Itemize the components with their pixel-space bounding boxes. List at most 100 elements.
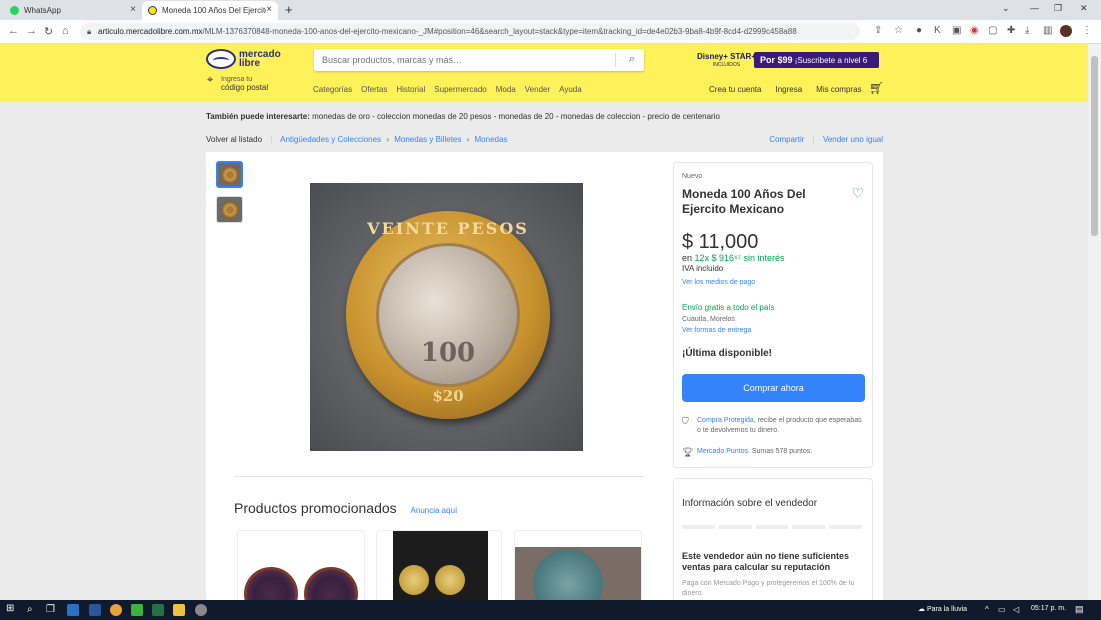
extension-icon[interactable]: ▣ [952, 25, 961, 36]
extension-icon[interactable]: ● [916, 25, 922, 36]
iva-label: IVA incluido [682, 264, 724, 273]
coin-thumbnail [399, 565, 429, 595]
outlook-icon[interactable] [67, 604, 79, 616]
disney-star-banner[interactable]: Disney+ STAR+ INCLUIDOS [697, 53, 756, 69]
postal-code-selector[interactable]: ⌖ Ingresa tu código postal [207, 75, 268, 93]
nav-historial[interactable]: Historial [396, 85, 425, 94]
promoted-product-card[interactable] [237, 530, 365, 600]
address-bar[interactable]: 🔒︎ articulo.mercadolibre.com.mx/MLM-1376… [80, 23, 860, 40]
puzzle-icon[interactable]: ✚ [1007, 25, 1015, 36]
promoted-product-card[interactable] [514, 530, 642, 600]
advertise-link[interactable]: Anuncia aquí [411, 506, 458, 515]
forward-arrow-icon[interactable]: → [26, 25, 37, 37]
search-box: ⌕ [314, 49, 644, 71]
promo-price: Por $99 [760, 55, 793, 65]
handshake-icon [206, 49, 236, 69]
clock[interactable]: 05:17 p. m. [1031, 605, 1066, 612]
divider [615, 53, 616, 67]
browser-toolbar: ← → ↻ ⌂ 🔒︎ articulo.mercadolibre.com.mx/… [0, 20, 1101, 44]
nav-supermercado[interactable]: Supermercado [434, 85, 486, 94]
home-icon[interactable]: ⌂ [62, 25, 69, 37]
avatar[interactable] [1060, 25, 1072, 37]
close-tab-icon[interactable]: × [130, 4, 136, 15]
coin-center-text: 100 [420, 338, 476, 368]
bookmark-star-icon[interactable]: ☆ [894, 25, 903, 36]
login-link[interactable]: Ingresa [775, 85, 802, 94]
share-icon[interactable]: ⇪ [874, 25, 882, 36]
tab-whatsapp[interactable]: WhatsApp × [4, 1, 142, 20]
tray-chevron-icon[interactable]: ^ [985, 605, 989, 614]
download-icon[interactable]: ⤓ [1025, 25, 1029, 36]
subscription-promo[interactable]: Por $99 ¡Suscribete a nivel 6 [754, 52, 879, 68]
free-shipping-label: Envío gratis a todo el país [682, 303, 775, 312]
volume-icon[interactable]: ◁ [1013, 605, 1019, 614]
breadcrumb-item[interactable]: Monedas [475, 135, 508, 144]
network-icon[interactable]: ▭ [998, 605, 1006, 614]
mercadolibre-logo[interactable]: mercado libre [206, 49, 281, 69]
close-window-icon[interactable]: ✕ [1080, 3, 1088, 14]
weather-widget[interactable]: ☁︎ Para la lluvia [918, 605, 967, 613]
maximize-icon[interactable]: ❐ [1054, 3, 1062, 14]
heart-icon[interactable]: ♡ [851, 185, 864, 202]
nav-moda[interactable]: Moda [496, 85, 516, 94]
excel-icon[interactable] [152, 604, 164, 616]
sell-same-link[interactable]: Vender uno igual [823, 135, 883, 144]
related-links[interactable]: monedas de oro - coleccion monedas de 20… [312, 112, 720, 121]
buy-now-button[interactable]: Comprar ahora [682, 374, 865, 402]
gallery-thumbnail[interactable] [216, 161, 243, 188]
protected-purchase-link[interactable]: Compra Protegida [697, 417, 754, 424]
minimize-icon[interactable]: — [1030, 3, 1039, 13]
sidebar-icon[interactable]: ▥ [1043, 25, 1052, 36]
breadcrumb-item[interactable]: Antigüedades y Colecciones [280, 135, 381, 144]
extension-icon[interactable]: ▢ [988, 25, 997, 36]
new-tab-button[interactable]: + [285, 2, 293, 17]
close-tab-icon[interactable]: × [266, 4, 272, 15]
share-link[interactable]: Compartir [769, 135, 804, 144]
tab-mercadolibre[interactable]: Moneda 100 Años Del Ejercito M × [142, 1, 278, 20]
promoted-product-card[interactable] [376, 530, 502, 600]
promoted-products-heading: Productos promocionados Anuncia aquí [234, 500, 457, 516]
logo-text: libre [239, 58, 261, 69]
installments: en 12x $ 916⁶⁷ sin interés [682, 253, 785, 263]
mercado-points-link[interactable]: Mercado Puntos [697, 448, 748, 455]
delivery-options-link[interactable]: Ver formas de entrega [682, 327, 751, 334]
payment-methods-link[interactable]: Ver los medios de pago [682, 279, 755, 286]
reload-icon[interactable]: ↻ [44, 25, 53, 38]
promoted-title: Productos promocionados [234, 500, 397, 516]
search-input[interactable] [314, 49, 614, 71]
trophy-icon: 🏆︎ [682, 447, 694, 457]
my-purchases-link[interactable]: Mis compras [816, 85, 861, 94]
notifications-icon[interactable]: ▤ [1075, 604, 1084, 615]
chevron-down-icon[interactable]: ⌄ [1002, 3, 1010, 14]
extension-icon[interactable]: K [934, 25, 941, 36]
product-price: $ 11,000 [682, 231, 759, 253]
search-icon[interactable]: ⌕ [629, 53, 635, 66]
nav-categorias[interactable]: Categorías [313, 85, 352, 94]
seller-reputation-subtitle: Paga con Mercado Pago y protegeremos el … [682, 580, 855, 597]
product-main-image[interactable]: VEINTE PESOS 100 $20 [310, 183, 583, 451]
word-icon[interactable] [89, 604, 101, 616]
product-title: Moneda 100 Años Del Ejercito Mexicano [682, 187, 806, 216]
page-scrollbar[interactable] [1088, 44, 1101, 600]
task-view-icon[interactable]: ❐ [46, 604, 55, 615]
cart-icon[interactable]: 🛒︎ [869, 81, 884, 95]
app-icon[interactable] [195, 604, 207, 616]
perk-text: . Sumas 578 puntos. [747, 448, 813, 455]
file-explorer-icon[interactable] [173, 604, 185, 616]
create-account-link[interactable]: Crea tu cuenta [709, 85, 761, 94]
menu-dots-icon[interactable]: ⋮ [1082, 25, 1092, 36]
nav-ofertas[interactable]: Ofertas [361, 85, 387, 94]
nav-ayuda[interactable]: Ayuda [559, 85, 582, 94]
windows-start-icon[interactable]: ⊞ [6, 603, 14, 614]
scrollbar-thumb[interactable] [1091, 56, 1098, 236]
app-icon[interactable] [131, 604, 143, 616]
weather-text: Para la lluvia [926, 606, 968, 613]
back-to-list-link[interactable]: Volver al listado [206, 135, 262, 144]
nav-vender[interactable]: Vender [525, 85, 550, 94]
search-icon[interactable]: ⌕ [27, 604, 33, 615]
chrome-icon[interactable] [110, 604, 122, 616]
extension-icon[interactable]: ◉ [970, 25, 979, 36]
breadcrumb-item[interactable]: Monedas y Billetes [394, 135, 461, 144]
back-arrow-icon[interactable]: ← [8, 25, 19, 37]
gallery-thumbnail[interactable] [216, 196, 243, 223]
